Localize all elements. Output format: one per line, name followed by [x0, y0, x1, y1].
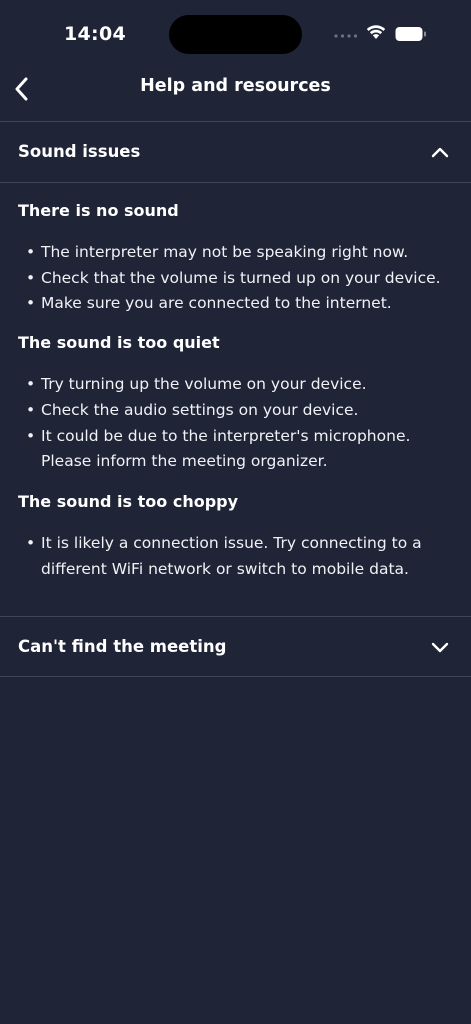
status-bar: 14:04 — [0, 0, 471, 62]
navigation-bar: Help and resources — [0, 62, 471, 122]
battery-icon — [395, 27, 426, 41]
bullet-icon: • — [26, 534, 36, 552]
cellular-signal-icon — [334, 34, 358, 38]
bullet-icon: • — [26, 243, 36, 261]
bullet-icon: • — [26, 269, 36, 287]
wifi-icon — [366, 25, 386, 39]
heading-too-choppy: The sound is too choppy — [18, 492, 239, 511]
section-title: Can't find the meeting — [18, 637, 227, 656]
heading-too-quiet: The sound is too quiet — [18, 333, 220, 352]
heading-no-sound: There is no sound — [18, 201, 179, 220]
status-time: 14:04 — [64, 23, 126, 45]
bullet-icon: • — [26, 294, 36, 312]
section-header-cant-find-meeting[interactable]: Can't find the meeting — [0, 617, 471, 677]
section-title: Sound issues — [18, 142, 141, 161]
section-header-sound-issues[interactable]: Sound issues — [0, 122, 471, 182]
dynamic-island — [169, 15, 302, 54]
divider — [0, 182, 471, 183]
divider — [0, 676, 471, 677]
page-title: Help and resources — [140, 76, 331, 96]
bullet-icon: • — [26, 427, 36, 445]
bullet-icon: • — [26, 375, 36, 393]
bullet-icon: • — [26, 401, 36, 419]
chevron-down-icon — [431, 642, 449, 653]
chevron-up-icon — [431, 147, 449, 158]
